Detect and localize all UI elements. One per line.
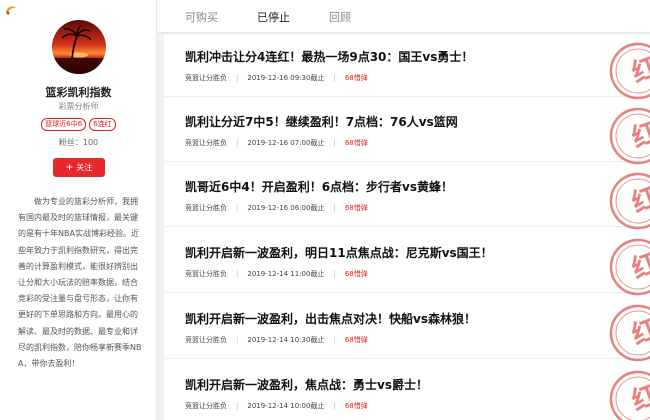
svg-text:红: 红 [628, 181, 650, 219]
article-time: 2019-12-14 10:30截止 [247, 336, 325, 344]
article-meta: 竞篮让分胜负 | 2019-12-14 10:00截止 | 68惜弹 [185, 402, 368, 410]
plus-icon: + [65, 162, 74, 173]
article-title[interactable]: 凯利让分近7中5！继续盈利！7点档：76人vs篮网 [185, 113, 458, 130]
fans-count: 粉丝：100 [0, 137, 157, 148]
red-stamp-icon: 红 [609, 107, 650, 165]
page: 篮彩凯利指数 彩票分析师 篮球近6中6 6连红 粉丝：100 + 关注 做为专业… [0, 0, 650, 420]
article-title[interactable]: 凯利开启新一波盈利，明日11点焦点战：尼克斯vs国王！ [185, 244, 493, 261]
tab-purchasable[interactable]: 可购买 [185, 9, 218, 25]
list-item[interactable]: 凯利冲击让分4连红！最热一场9点30：国王vs勇士！ 竞篮让分胜负 | 2019-… [164, 35, 650, 100]
article-title[interactable]: 凯利开启新一波盈利，焦点战：勇士vs爵士！ [185, 376, 428, 393]
article-meta: 竞篮让分胜负 | 2019-12-16 06:00截止 | 68惜弹 [185, 204, 368, 212]
article-category: 竞篮让分胜负 [185, 402, 227, 410]
list-item[interactable]: 凯哥近6中4！开启盈利！6点档：步行者vs黄蜂！ 竞篮让分胜负 | 2019-12… [164, 165, 650, 230]
article-time: 2019-12-16 09:30截止 [247, 74, 325, 82]
profile-sidebar: 篮彩凯利指数 彩票分析师 篮球近6中6 6连红 粉丝：100 + 关注 做为专业… [0, 0, 157, 420]
tab-bar: 可购买 已停止 回顾 [157, 0, 650, 33]
svg-text:红: 红 [628, 379, 650, 417]
avatar[interactable] [52, 20, 106, 74]
article-meta: 竞篮让分胜负 | 2019-12-14 10:30截止 | 68惜弹 [185, 336, 368, 344]
follow-label: 关注 [76, 163, 93, 172]
svg-text:红: 红 [628, 51, 650, 89]
article-time: 2019-12-14 10:00截止 [247, 402, 325, 410]
article-meta: 竞篮让分胜负 | 2019-12-16 07:00截止 | 68惜弹 [185, 139, 368, 147]
article-category: 竞篮让分胜负 [185, 139, 227, 147]
article-price: 68惜弹 [344, 402, 368, 410]
fans-label: 粉丝： [58, 138, 83, 147]
red-stamp-icon: 红 [609, 172, 650, 230]
tag-streak: 篮球近6中6 [41, 118, 87, 131]
article-price: 68惜弹 [344, 204, 368, 212]
red-stamp-icon: 红 [609, 238, 650, 296]
list-item[interactable]: 凯利开启新一波盈利，出击焦点对决！快船vs森林狼！ 竞篮让分胜负 | 2019-1… [164, 297, 650, 362]
tab-review[interactable]: 回顾 [329, 9, 351, 25]
article-meta: 竞篮让分胜负 | 2019-12-14 11:00截止 | 68惜弹 [185, 270, 368, 278]
article-price: 68惜弹 [344, 270, 368, 278]
article-time: 2019-12-16 07:00截止 [247, 139, 325, 147]
tag-win-run: 6连红 [89, 118, 116, 131]
article-list: 凯利冲击让分4连红！最热一场9点30：国王vs勇士！ 竞篮让分胜负 | 2019-… [164, 35, 650, 420]
article-title[interactable]: 凯利开启新一波盈利，出击焦点对决！快船vs森林狼！ [185, 310, 476, 327]
list-item[interactable]: 凯利开启新一波盈利，明日11点焦点战：尼克斯vs国王！ 竞篮让分胜负 | 2019… [164, 231, 650, 296]
article-category: 竞篮让分胜负 [185, 336, 227, 344]
article-title[interactable]: 凯利冲击让分4连红！最热一场9点30：国王vs勇士！ [185, 48, 473, 65]
article-price: 68惜弹 [344, 74, 368, 82]
svg-text:红: 红 [628, 247, 650, 285]
tab-stopped[interactable]: 已停止 [257, 9, 290, 25]
article-category: 竞篮让分胜负 [185, 270, 227, 278]
profile-name: 篮彩凯利指数 [45, 86, 112, 99]
article-meta: 竞篮让分胜负 | 2019-12-16 09:30截止 | 68惜弹 [185, 74, 368, 82]
article-category: 竞篮让分胜负 [185, 74, 227, 82]
article-price: 68惜弹 [344, 336, 368, 344]
svg-text:红: 红 [628, 313, 650, 351]
profile-role: 彩票分析师 [58, 102, 99, 111]
profile-description: 做为专业的篮彩分析师，我拥有国内最及时的篮球情报，最关键的是有十年NBA实战博彩… [18, 197, 142, 369]
profile-tags: 篮球近6中6 6连红 [0, 118, 157, 131]
article-price: 68惜弹 [344, 139, 368, 147]
red-stamp-icon: 红 [609, 42, 650, 100]
list-item[interactable]: 凯利让分近7中5！继续盈利！7点档：76人vs篮网 竞篮让分胜负 | 2019-1… [164, 100, 650, 165]
red-stamp-icon: 红 [609, 370, 650, 420]
article-category: 竞篮让分胜负 [185, 204, 227, 212]
sunset-palm-image [52, 20, 106, 74]
svg-text:红: 红 [628, 116, 650, 154]
article-time: 2019-12-16 06:00截止 [247, 204, 325, 212]
logo-icon [6, 6, 16, 15]
list-item[interactable]: 凯利开启新一波盈利，焦点战：勇士vs爵士！ 竞篮让分胜负 | 2019-12-14… [164, 363, 650, 420]
red-stamp-icon: 红 [609, 304, 650, 362]
article-title[interactable]: 凯哥近6中4！开启盈利！6点档：步行者vs黄蜂！ [185, 178, 453, 195]
fans-value: 100 [82, 138, 99, 147]
article-time: 2019-12-14 11:00截止 [247, 270, 325, 278]
follow-button[interactable]: + 关注 [53, 158, 105, 177]
